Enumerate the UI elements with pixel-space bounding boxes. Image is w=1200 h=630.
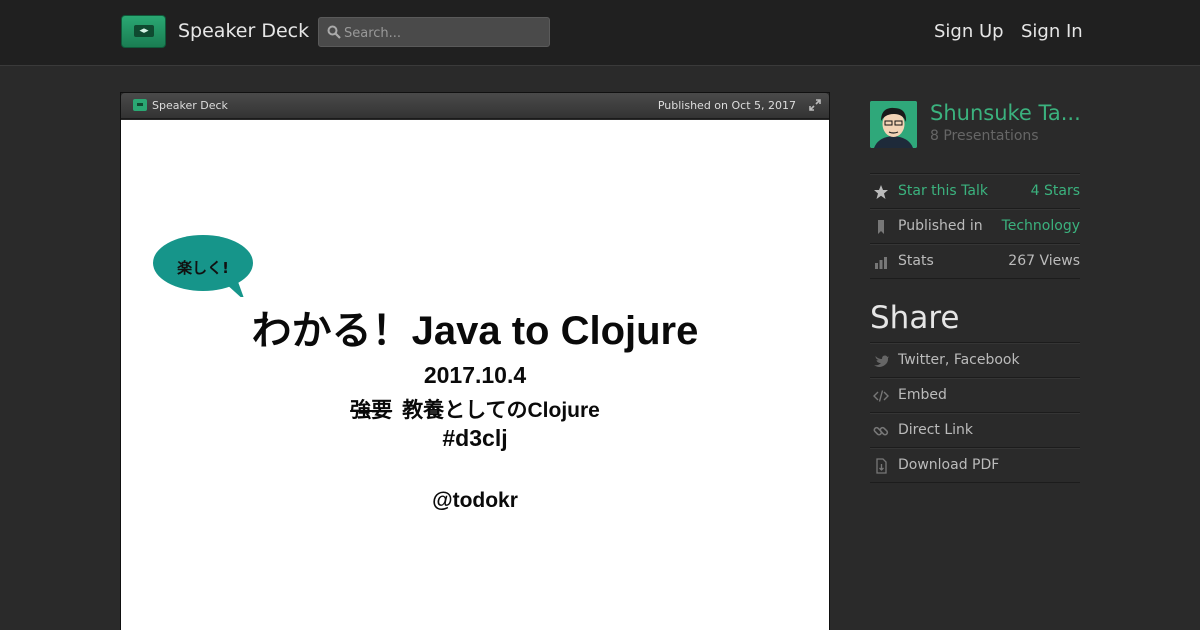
- slide-title: わかる！Java to Clojure: [251, 309, 699, 353]
- star-row[interactable]: Star this Talk 4 Stars: [870, 173, 1080, 208]
- star-icon: [874, 185, 888, 199]
- share-item-label[interactable]: Embed: [898, 387, 947, 403]
- published-in-label: Published in: [898, 218, 983, 234]
- slide-hashtag: #d3clj: [442, 425, 508, 451]
- stats-label: Stats: [898, 253, 934, 269]
- twitter-bird-icon: [874, 355, 889, 367]
- struck-word: 強要: [350, 399, 393, 422]
- author-avatar[interactable]: [870, 101, 917, 148]
- subtitle-text: 教養としてのClojure: [402, 399, 600, 422]
- bookmark-icon: [878, 220, 884, 234]
- share-heading: Share: [870, 300, 960, 336]
- view-count: 267 Views: [1008, 253, 1080, 269]
- logo-arrows-icon: ◂▸: [134, 25, 154, 37]
- published-date: Published on Oct 5, 2017: [657, 99, 796, 112]
- top-header: ◂▸ Speaker Deck Sign Up Sign In: [0, 0, 1200, 66]
- slide-handle: @todokr: [432, 489, 518, 512]
- code-icon: [873, 390, 889, 402]
- share-item-label[interactable]: Direct Link: [898, 422, 973, 438]
- share-download-pdf[interactable]: Download PDF: [870, 447, 1080, 482]
- viewer-brand[interactable]: Speaker Deck: [152, 99, 228, 112]
- sign-up-link[interactable]: Sign Up: [934, 21, 1004, 42]
- search-icon: [327, 25, 341, 39]
- divider: [870, 482, 1080, 483]
- slide-subtitle: 強要 教養としてのClojure: [121, 394, 829, 424]
- category-link[interactable]: Technology: [1002, 218, 1080, 234]
- share-item-label[interactable]: Twitter, Facebook: [898, 352, 1020, 368]
- bubble-text: 楽しく!: [177, 259, 229, 277]
- published-in-row: Published in Technology: [870, 208, 1080, 243]
- star-talk-link[interactable]: Star this Talk: [898, 183, 988, 199]
- expand-icon[interactable]: [809, 99, 821, 111]
- author-name[interactable]: Shunsuke Ta...: [930, 101, 1081, 125]
- download-pdf-icon: [876, 458, 887, 474]
- bar-chart-icon: [875, 257, 887, 269]
- search-input[interactable]: [344, 23, 544, 43]
- slide-viewer: Speaker Deck Published on Oct 5, 2017 楽し…: [120, 92, 830, 630]
- share-direct-link[interactable]: Direct Link: [870, 412, 1080, 447]
- divider: [870, 278, 1080, 279]
- search-box[interactable]: [318, 17, 550, 47]
- sign-in-link[interactable]: Sign In: [1021, 21, 1083, 42]
- slide-page[interactable]: 楽しく! わかる！Java to Clojure 2017.10.4 強要 教養と…: [121, 120, 829, 630]
- author-presentation-count[interactable]: 8 Presentations: [930, 128, 1039, 144]
- mini-logo-icon[interactable]: [133, 99, 147, 111]
- stats-row[interactable]: Stats 267 Views: [870, 243, 1080, 278]
- link-icon: [873, 426, 889, 436]
- brand-name[interactable]: Speaker Deck: [178, 20, 309, 42]
- slide-date: 2017.10.4: [423, 362, 527, 388]
- speaker-deck-logo[interactable]: ◂▸: [121, 15, 166, 48]
- share-item-label[interactable]: Download PDF: [898, 457, 999, 473]
- star-count: 4 Stars: [1030, 183, 1080, 199]
- viewer-toolbar: Speaker Deck Published on Oct 5, 2017: [121, 93, 829, 119]
- share-embed[interactable]: Embed: [870, 377, 1080, 412]
- share-twitter-facebook[interactable]: Twitter, Facebook: [870, 342, 1080, 377]
- avatar-face-icon: [870, 101, 917, 148]
